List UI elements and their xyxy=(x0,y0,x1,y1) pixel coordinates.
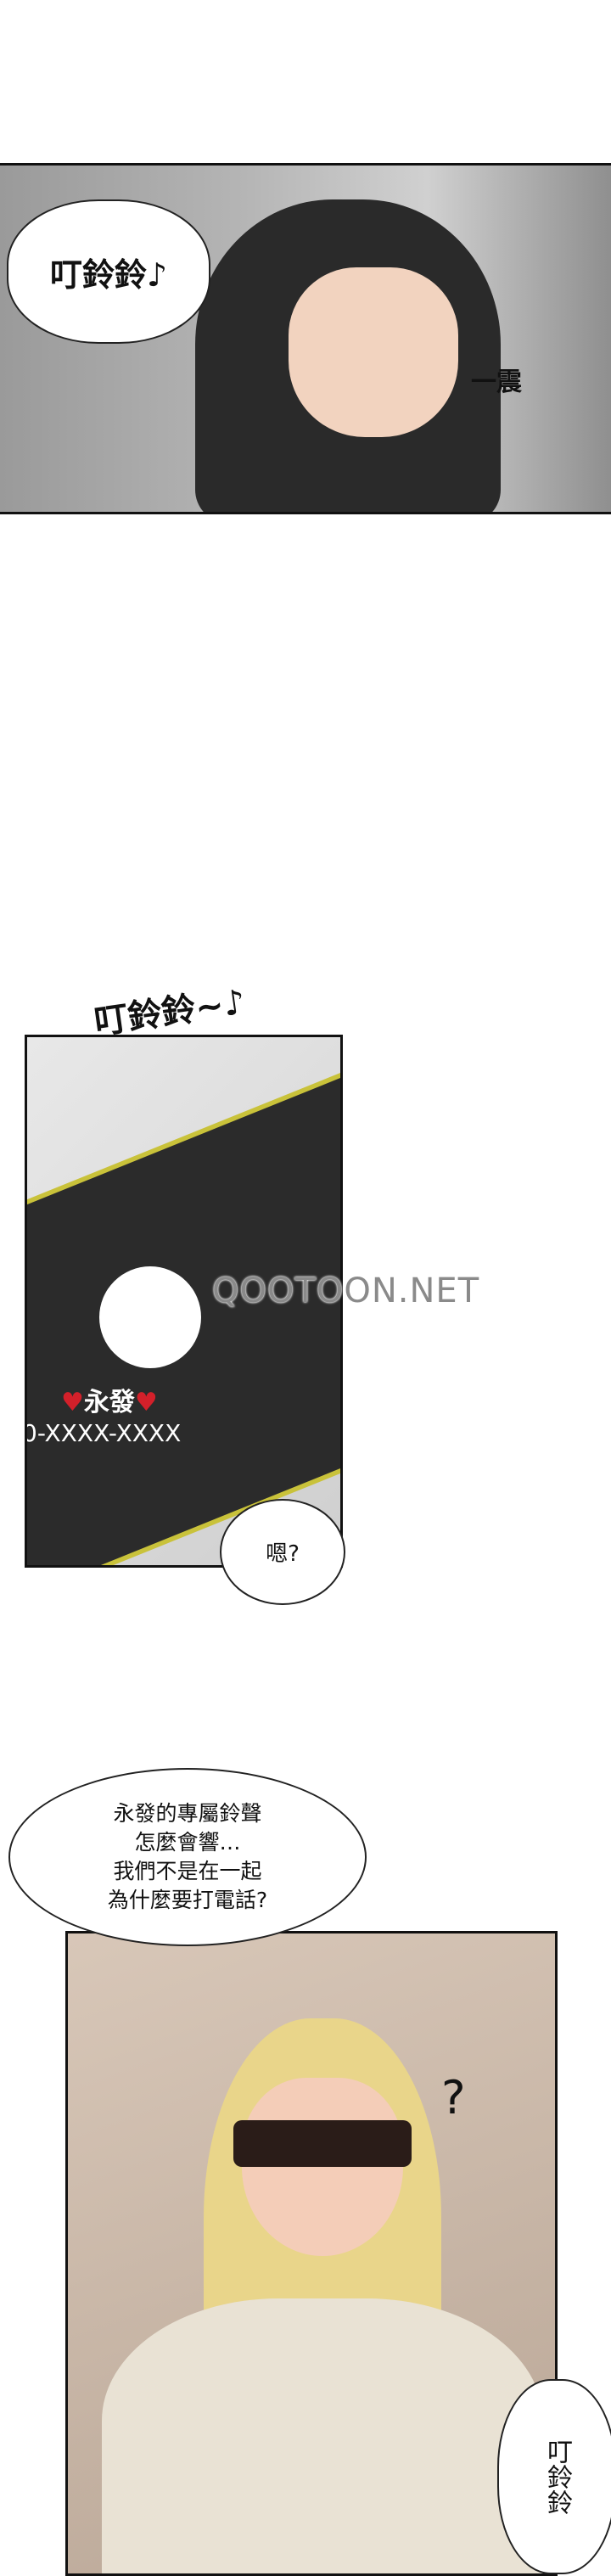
speech-bubble-thoughts: 永發的專屬鈴聲 怎麼會響… 我們不是在一起 為什麼要打電話? xyxy=(8,1768,367,1946)
character-body-blanket xyxy=(102,2298,543,2573)
sfx-bubble-ring: 叮鈴鈴♪ xyxy=(7,199,210,344)
caller-number: 0-XXXX-XXXX xyxy=(25,1419,182,1447)
sfx-bubble-ring-3: 叮鈴鈴 xyxy=(497,2379,611,2574)
character-face xyxy=(289,267,458,437)
panel-3 xyxy=(65,1931,558,2576)
sfx-question: ? xyxy=(441,2071,466,2124)
caller-name-row: ♥永發♥ xyxy=(61,1381,158,1418)
heart-icon: ♥ xyxy=(134,1388,158,1417)
heart-icon: ♥ xyxy=(61,1388,84,1417)
caller-name: 永發 xyxy=(83,1388,135,1417)
watermark: QOOTOON.NET xyxy=(212,1271,480,1310)
speech-bubble-hm: 嗯? xyxy=(220,1499,345,1605)
panel-1: 叮鈴鈴♪ 一震 xyxy=(0,163,611,514)
sfx-shake: 一震 xyxy=(471,368,522,397)
character-face xyxy=(242,2078,403,2256)
sfx-ring-2: 叮鈴鈴~♪ xyxy=(92,982,248,1043)
blindfold xyxy=(233,2120,412,2167)
caller-avatar-circle xyxy=(99,1266,201,1368)
